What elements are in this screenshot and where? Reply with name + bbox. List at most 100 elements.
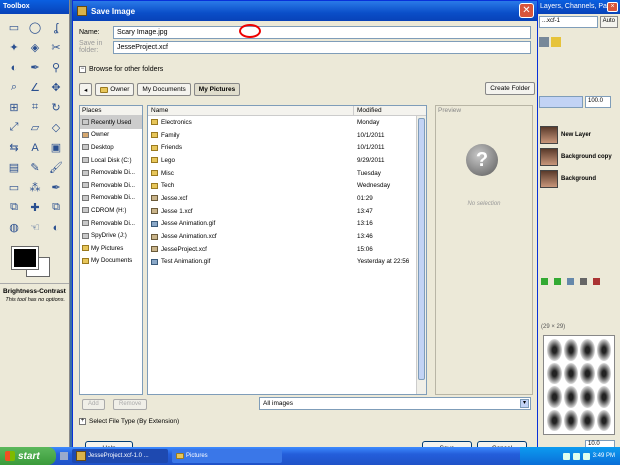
- modified-column-header[interactable]: Modified: [354, 106, 426, 115]
- brush-swatch[interactable]: [596, 409, 611, 431]
- perspective-icon[interactable]: ◇: [47, 119, 65, 136]
- blend-icon[interactable]: ▤: [5, 159, 23, 176]
- color-picker-icon[interactable]: ⚲: [47, 59, 65, 76]
- move-icon[interactable]: ✥: [47, 79, 65, 96]
- quick-launch-icon[interactable]: [60, 452, 68, 460]
- flip-icon[interactable]: ⇆: [5, 139, 23, 156]
- ellipse-select-icon[interactable]: ◯: [26, 19, 44, 36]
- opacity-value[interactable]: 100.0: [585, 96, 611, 108]
- lasso-icon[interactable]: ʆ: [47, 19, 65, 36]
- file-row[interactable]: Lego 9/29/2011: [148, 154, 426, 167]
- taskbar-item-pictures[interactable]: Pictures: [172, 449, 282, 463]
- scissors-icon[interactable]: ✂: [47, 39, 65, 56]
- measure-icon[interactable]: ∠: [26, 79, 44, 96]
- duplicate-layer-icon[interactable]: [567, 278, 574, 285]
- auto-button[interactable]: Auto: [599, 16, 618, 28]
- file-row[interactable]: Jesse.xcf 01:29: [148, 192, 426, 205]
- brush-swatch[interactable]: [563, 386, 578, 408]
- file-row[interactable]: Electronics Monday: [148, 116, 426, 129]
- delete-layer-icon[interactable]: [593, 278, 600, 285]
- brush-swatch[interactable]: [580, 339, 595, 361]
- paintbrush-icon[interactable]: 🖌: [47, 159, 65, 176]
- color-swatches[interactable]: [6, 243, 63, 279]
- scrollbar-thumb[interactable]: [418, 118, 425, 380]
- layer-row[interactable]: New Layer: [537, 124, 620, 146]
- file-list-scrollbar[interactable]: [416, 116, 426, 394]
- create-folder-button[interactable]: Create Folder: [485, 82, 535, 95]
- file-row[interactable]: Jesse Animation.xcf 13:46: [148, 230, 426, 243]
- foreground-color-swatch[interactable]: [11, 246, 39, 270]
- brush-swatch[interactable]: [580, 386, 595, 408]
- places-item[interactable]: Removable Di...: [80, 192, 142, 205]
- places-item[interactable]: My Pictures: [80, 242, 142, 255]
- fg-select-icon[interactable]: ◐: [5, 59, 23, 76]
- text-icon[interactable]: A: [26, 139, 44, 156]
- places-item[interactable]: Local Disk (C:): [80, 154, 142, 167]
- file-row[interactable]: JesseProject.xcf 15:06: [148, 243, 426, 256]
- fuzzy-select-icon[interactable]: ✦: [5, 39, 23, 56]
- smudge-icon[interactable]: ☜: [26, 219, 44, 236]
- tray-security-icon[interactable]: [582, 452, 590, 460]
- file-row[interactable]: Misc Tuesday: [148, 167, 426, 180]
- places-header[interactable]: Places: [80, 106, 142, 116]
- shear-icon[interactable]: ▱: [26, 119, 44, 136]
- expand-icon[interactable]: +: [79, 418, 86, 425]
- brush-swatch[interactable]: [563, 339, 578, 361]
- opacity-slider[interactable]: [539, 96, 583, 108]
- perspective-clone-icon[interactable]: ⧉: [47, 199, 65, 216]
- start-button[interactable]: start: [0, 447, 56, 465]
- brush-swatch[interactable]: [580, 362, 595, 384]
- bucket-fill-icon[interactable]: ▣: [47, 139, 65, 156]
- save-in-folder-combo[interactable]: JesseProject.xcf: [113, 40, 531, 54]
- align-icon[interactable]: ⊞: [5, 99, 23, 116]
- chevron-down-icon[interactable]: ▾: [520, 399, 529, 408]
- file-row[interactable]: Tech Wednesday: [148, 179, 426, 192]
- close-button[interactable]: ✕: [519, 3, 534, 18]
- brush-swatch[interactable]: [547, 339, 562, 361]
- file-filter-select[interactable]: All images ▾: [259, 397, 531, 410]
- rotate-icon[interactable]: ↻: [47, 99, 65, 116]
- places-item[interactable]: Desktop: [80, 141, 142, 154]
- name-column-header[interactable]: Name: [148, 106, 354, 115]
- places-item[interactable]: Removable Di...: [80, 179, 142, 192]
- file-row[interactable]: Jesse Animation.gif 13:16: [148, 218, 426, 231]
- lower-layer-icon[interactable]: [554, 278, 561, 285]
- brush-swatch[interactable]: [580, 409, 595, 431]
- brush-swatch[interactable]: [596, 362, 611, 384]
- crop-icon[interactable]: ⌗: [26, 99, 44, 116]
- scale-icon[interactable]: ⤢: [5, 119, 23, 136]
- path-button-owner[interactable]: Owner: [95, 83, 135, 96]
- ink-icon[interactable]: ✒: [47, 179, 65, 196]
- clone-icon[interactable]: ⧉: [5, 199, 23, 216]
- places-item[interactable]: My Documents: [80, 255, 142, 268]
- places-item[interactable]: CDROM (H:): [80, 204, 142, 217]
- path-button-my-pictures[interactable]: My Pictures: [193, 83, 241, 96]
- places-item[interactable]: Owner: [80, 129, 142, 142]
- brush-swatch[interactable]: [563, 362, 578, 384]
- raise-layer-icon[interactable]: [541, 278, 548, 285]
- layer-row[interactable]: Background: [537, 168, 620, 190]
- places-item[interactable]: SpyDrive (J:): [80, 229, 142, 242]
- file-type-expander[interactable]: + Select File Type (By Extension): [79, 418, 179, 425]
- tray-volume-icon[interactable]: [572, 452, 580, 460]
- file-row[interactable]: Family 10/1/2011: [148, 129, 426, 142]
- tray-network-icon[interactable]: [562, 452, 570, 460]
- filename-input[interactable]: Scary Image.jpg: [113, 26, 531, 39]
- dodge-icon[interactable]: ◐: [47, 219, 65, 236]
- blur-icon[interactable]: ◍: [5, 219, 23, 236]
- places-item[interactable]: Recently Used: [80, 116, 142, 129]
- places-item[interactable]: Removable Di...: [80, 166, 142, 179]
- brush-swatch[interactable]: [547, 362, 562, 384]
- file-row[interactable]: Friends 10/1/2011: [148, 141, 426, 154]
- file-row[interactable]: Test Animation.gif Yesterday at 22:56: [148, 256, 426, 269]
- zoom-icon[interactable]: ⌕: [5, 79, 23, 96]
- anchor-layer-icon[interactable]: [580, 278, 587, 285]
- path-back-arrow-icon[interactable]: ◂: [79, 83, 93, 96]
- add-place-button[interactable]: Add: [82, 399, 105, 410]
- paths-icon[interactable]: ✒: [26, 59, 44, 76]
- dialog-titlebar[interactable]: Save Image: [73, 1, 537, 21]
- rect-select-icon[interactable]: ▭: [5, 19, 23, 36]
- file-row[interactable]: Jesse 1.xcf 13:47: [148, 205, 426, 218]
- layer-row[interactable]: Background copy: [537, 146, 620, 168]
- brush-swatch[interactable]: [547, 409, 562, 431]
